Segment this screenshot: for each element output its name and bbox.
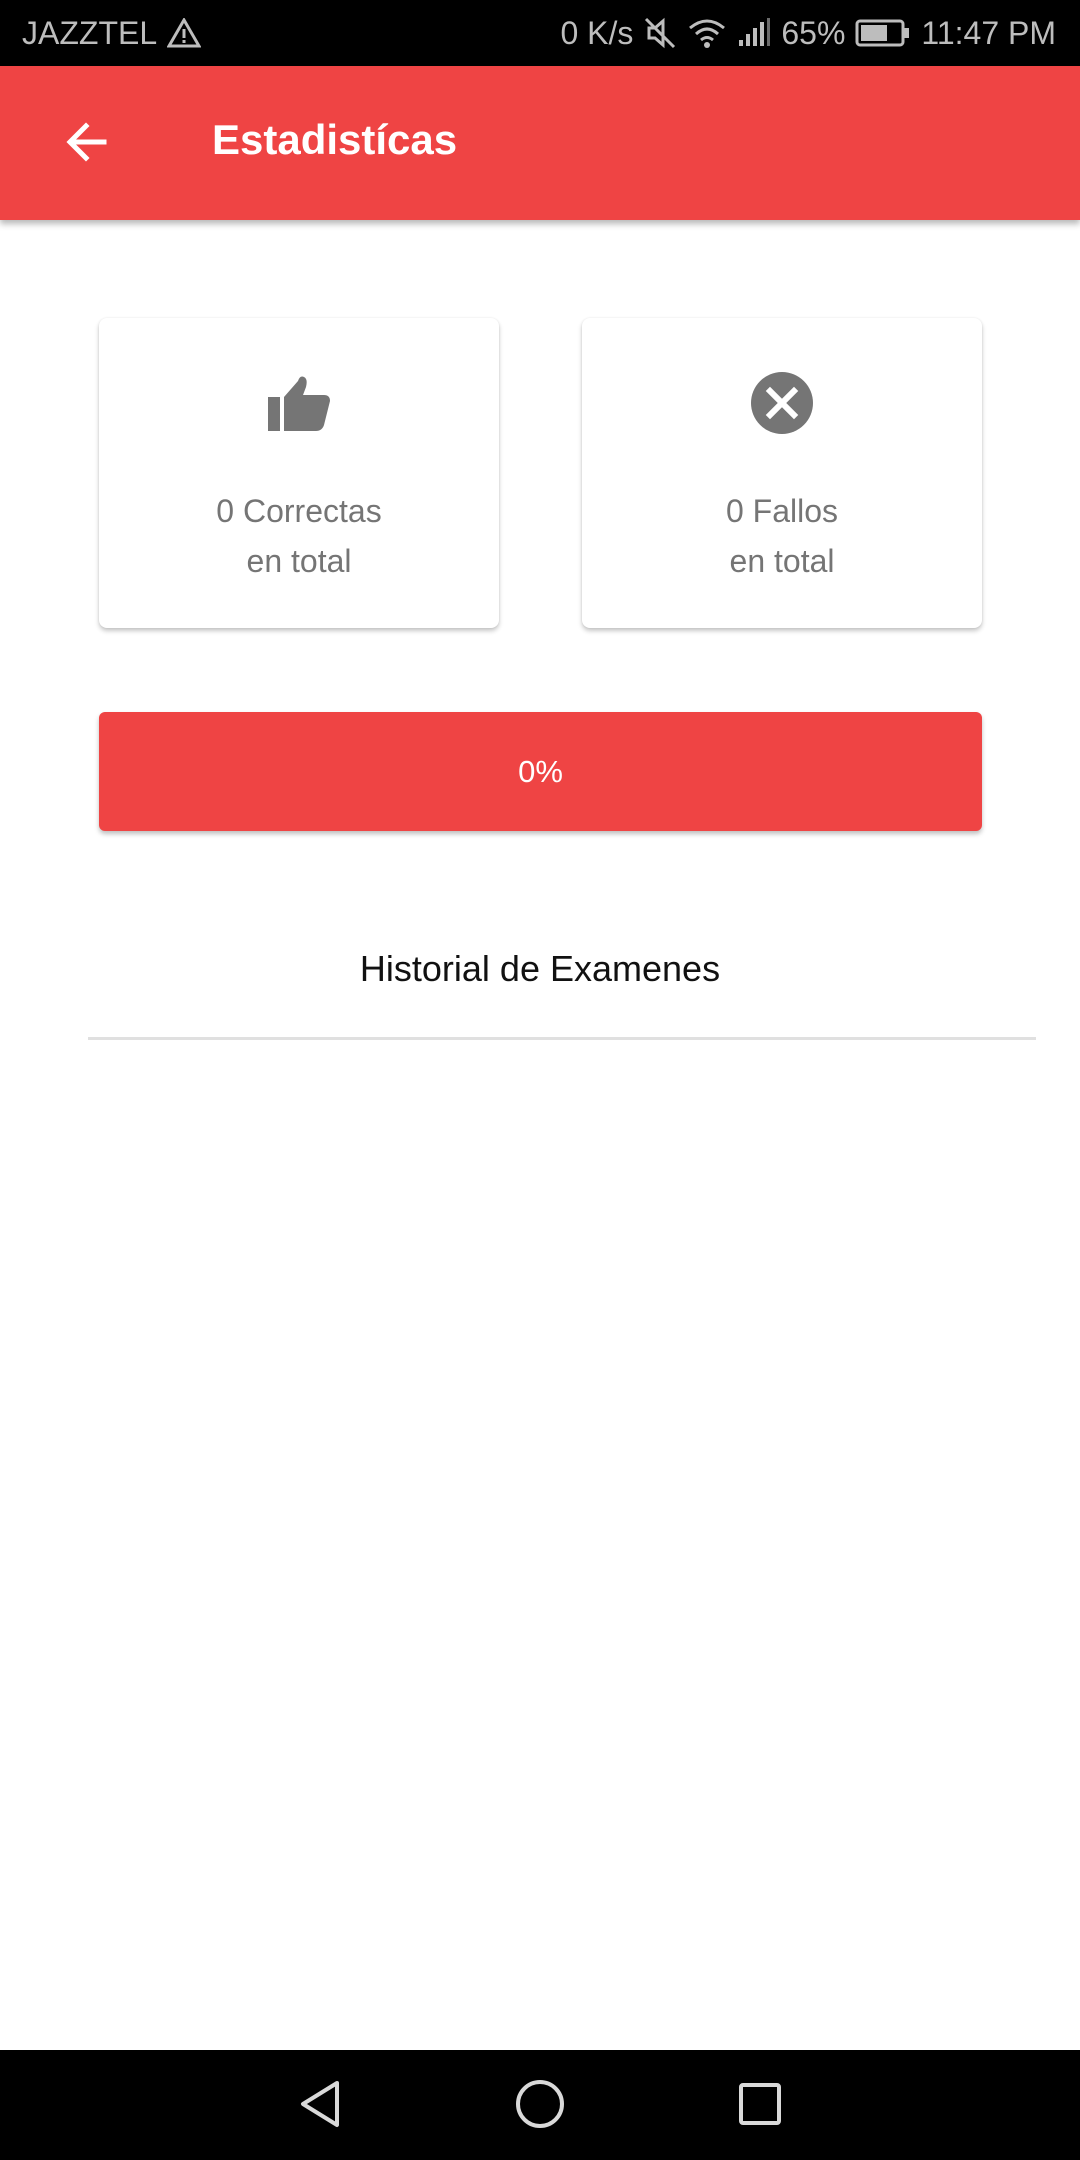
- success-rate-bar: 0%: [99, 712, 982, 831]
- thumbs-up-icon: [99, 370, 499, 436]
- clock: 11:47 PM: [921, 14, 1056, 51]
- wifi-icon: [687, 16, 727, 50]
- arrow-back-icon: [64, 120, 108, 169]
- nav-home-button[interactable]: [512, 2078, 568, 2134]
- correct-answers-card: 0 Correctas en total: [99, 318, 499, 628]
- wrong-count: 0 Fallos: [725, 493, 839, 529]
- status-bar-left: JAZZTEL: [22, 14, 202, 52]
- page-title: Estadistícas: [212, 116, 458, 163]
- wrong-answers-text: 0 Fallos en total: [582, 486, 982, 586]
- signal-icon: [737, 18, 771, 48]
- status-bar-right: 0 K/s 65% 11:47 PM: [560, 15, 1056, 52]
- wrong-caption: en total: [729, 543, 835, 579]
- status-bar: JAZZTEL 0 K/s 65% 11:47 PM: [0, 0, 1080, 66]
- navigation-bar: [0, 2050, 1080, 2160]
- nav-recents-button[interactable]: [732, 2078, 788, 2134]
- home-circle-icon: [515, 2079, 565, 2134]
- battery-icon: [855, 18, 911, 48]
- mute-icon: [643, 16, 677, 50]
- close-circle-icon: [582, 370, 982, 436]
- back-triangle-icon: [297, 2079, 343, 2134]
- wrong-answers-card: 0 Fallos en total: [582, 318, 982, 628]
- network-speed: 0 K/s: [560, 14, 634, 51]
- correct-count: 0 Correctas: [216, 493, 382, 529]
- exam-history-title: Historial de Examenes: [359, 948, 721, 989]
- warning-icon: [167, 18, 202, 48]
- nav-back-button[interactable]: [292, 2078, 348, 2134]
- correct-answers-text: 0 Correctas en total: [99, 486, 499, 586]
- carrier-name: JAZZTEL: [22, 14, 158, 51]
- battery-percent: 65%: [781, 14, 846, 51]
- recents-square-icon: [737, 2081, 783, 2132]
- app-bar: Estadistícas: [0, 66, 1080, 220]
- back-button[interactable]: [52, 110, 120, 178]
- correct-caption: en total: [246, 543, 352, 579]
- success-rate-label: 0%: [518, 753, 563, 789]
- divider: [88, 1037, 1036, 1040]
